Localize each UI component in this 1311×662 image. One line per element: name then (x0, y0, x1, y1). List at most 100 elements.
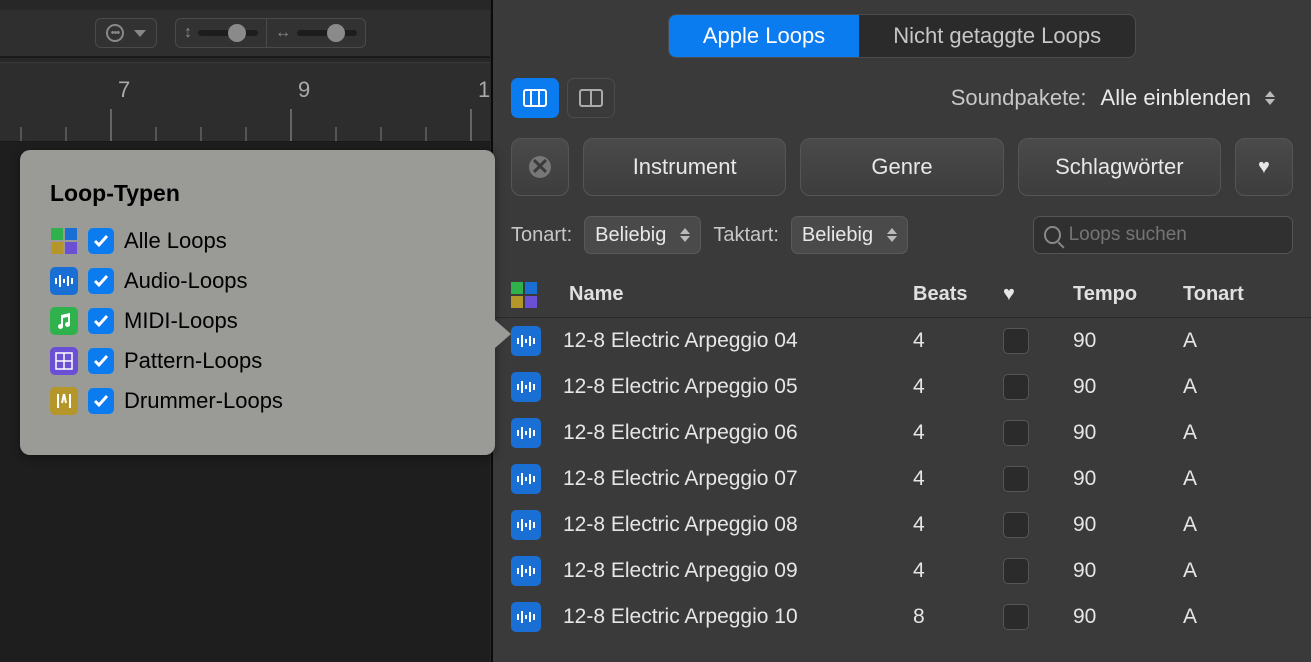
checkbox-pattern[interactable] (88, 348, 114, 374)
checkbox-audio[interactable] (88, 268, 114, 294)
loop-tempo: 90 (1073, 329, 1183, 353)
tonart-select[interactable]: Beliebig (584, 216, 701, 254)
ellipsis-icon: ••• (106, 24, 124, 42)
checkbox-drummer[interactable] (88, 388, 114, 414)
timeline-toolbar: ••• ↕ ↔ (0, 10, 490, 58)
loop-fav-checkbox[interactable] (1003, 558, 1073, 584)
loop-beats: 4 (913, 559, 1003, 583)
col-beats[interactable]: Beats (913, 283, 1003, 306)
horizontal-zoom-icon: ↔ (275, 24, 291, 42)
search-input[interactable] (1069, 224, 1282, 246)
loop-tempo: 90 (1073, 559, 1183, 583)
checkbox-midi[interactable] (88, 308, 114, 334)
timeline-ruler[interactable]: 7 9 1 (0, 62, 490, 142)
loop-type-row-audio[interactable]: Audio-Loops (50, 261, 473, 301)
loop-type-row-pattern[interactable]: Pattern-Loops (50, 341, 473, 381)
audio-loop-icon (50, 267, 78, 295)
updown-icon (1265, 91, 1275, 105)
loop-tempo: 90 (1073, 467, 1183, 491)
ruler-mark: 7 (118, 77, 130, 103)
audio-loop-icon (511, 510, 541, 540)
loop-name: 12-8 Electric Arpeggio 07 (563, 467, 913, 491)
loop-tonart: A (1183, 559, 1293, 583)
checkbox-all[interactable] (88, 228, 114, 254)
vertical-zoom-icon: ↕ (184, 24, 192, 42)
table-row[interactable]: 12-8 Electric Arpeggio 074 90A (493, 456, 1311, 502)
col-fav[interactable]: ♥ (1003, 283, 1073, 306)
tab-untagged-loops[interactable]: Nicht getaggte Loops (859, 15, 1135, 57)
button-view-button[interactable] (567, 78, 615, 118)
filter-favorites-button[interactable]: ♥ (1235, 138, 1293, 196)
loop-name: 12-8 Electric Arpeggio 06 (563, 421, 913, 445)
taktart-label: Taktart: (713, 224, 779, 247)
loop-tonart: A (1183, 467, 1293, 491)
loop-search[interactable] (1033, 216, 1293, 254)
loop-type-label: MIDI-Loops (124, 308, 238, 334)
loop-types-popover: Loop-Typen Alle Loops Audio-Loops MIDI-L… (20, 150, 495, 455)
more-menu-button[interactable]: ••• (95, 18, 157, 48)
tonart-value: Beliebig (595, 224, 666, 247)
drummer-loop-icon (50, 387, 78, 415)
filter-keywords-button[interactable]: Schlagwörter (1018, 138, 1221, 196)
loop-fav-checkbox[interactable] (1003, 420, 1073, 446)
loop-fav-checkbox[interactable] (1003, 512, 1073, 538)
taktart-select[interactable]: Beliebig (791, 216, 908, 254)
updown-icon (680, 228, 690, 242)
filter-genre-button[interactable]: Genre (800, 138, 1003, 196)
vertical-zoom-slider[interactable]: ↕ (176, 19, 266, 47)
table-row[interactable]: 12-8 Electric Arpeggio 094 90A (493, 548, 1311, 594)
table-row[interactable]: 12-8 Electric Arpeggio 05490A (493, 364, 1311, 410)
loop-beats: 4 (913, 467, 1003, 491)
loop-type-label: Pattern-Loops (124, 348, 262, 374)
audio-loop-icon (511, 418, 541, 448)
column-view-button[interactable] (511, 78, 559, 118)
audio-loop-icon (511, 326, 541, 356)
loop-browser-panel: Apple Loops Nicht getaggte Loops Soundpa… (491, 0, 1311, 662)
loop-beats: 8 (913, 605, 1003, 629)
clear-filters-button[interactable]: ✕ (511, 138, 569, 196)
table-row[interactable]: 12-8 Electric Arpeggio 10890A (493, 594, 1311, 640)
updown-icon (887, 228, 897, 242)
zoom-sliders: ↕ ↔ (175, 18, 366, 48)
table-row[interactable]: 12-8 Electric Arpeggio 04490A (493, 318, 1311, 364)
taktart-value: Beliebig (802, 224, 873, 247)
loop-type-row-all[interactable]: Alle Loops (50, 221, 473, 261)
loop-tempo: 90 (1073, 513, 1183, 537)
loop-fav-checkbox[interactable] (1003, 604, 1073, 630)
loop-fav-checkbox[interactable] (1003, 328, 1073, 354)
table-row[interactable]: 12-8 Electric Arpeggio 06490A (493, 410, 1311, 456)
loop-type-row-midi[interactable]: MIDI-Loops (50, 301, 473, 341)
popover-title: Loop-Typen (50, 180, 473, 207)
tab-apple-loops[interactable]: Apple Loops (669, 15, 859, 57)
tonart-label: Tonart: (511, 224, 572, 247)
ruler-mark: 1 (478, 77, 490, 103)
all-loops-icon (50, 227, 78, 255)
horizontal-zoom-slider[interactable]: ↔ (266, 19, 365, 47)
loop-type-label: Drummer-Loops (124, 388, 283, 414)
loop-type-label: Audio-Loops (124, 268, 248, 294)
loop-beats: 4 (913, 329, 1003, 353)
col-name[interactable]: Name (563, 283, 913, 306)
loop-type-row-drummer[interactable]: Drummer-Loops (50, 381, 473, 421)
soundpacks-label: Soundpakete: (951, 85, 1087, 111)
loop-name: 12-8 Electric Arpeggio 09 (563, 559, 913, 583)
loop-tonart: A (1183, 329, 1293, 353)
loop-beats: 4 (913, 421, 1003, 445)
loop-tempo: 90 (1073, 605, 1183, 629)
loop-fav-checkbox[interactable] (1003, 466, 1073, 492)
soundpacks-select[interactable]: Alle einblenden (1101, 85, 1251, 111)
filter-instrument-button[interactable]: Instrument (583, 138, 786, 196)
heart-icon: ♥ (1003, 283, 1015, 305)
midi-loop-icon (50, 307, 78, 335)
loop-name: 12-8 Electric Arpeggio 10 (563, 605, 913, 629)
loop-beats: 4 (913, 513, 1003, 537)
loop-tonart: A (1183, 421, 1293, 445)
audio-loop-icon (511, 464, 541, 494)
col-tonart[interactable]: Tonart (1183, 283, 1293, 306)
loop-results-table: Name Beats ♥ Tempo Tonart 12-8 Electric … (493, 272, 1311, 640)
audio-loop-icon (511, 556, 541, 586)
loop-fav-checkbox[interactable] (1003, 374, 1073, 400)
table-row[interactable]: 12-8 Electric Arpeggio 08490A (493, 502, 1311, 548)
loop-type-filter-icon[interactable] (511, 282, 563, 308)
col-tempo[interactable]: Tempo (1073, 283, 1183, 306)
